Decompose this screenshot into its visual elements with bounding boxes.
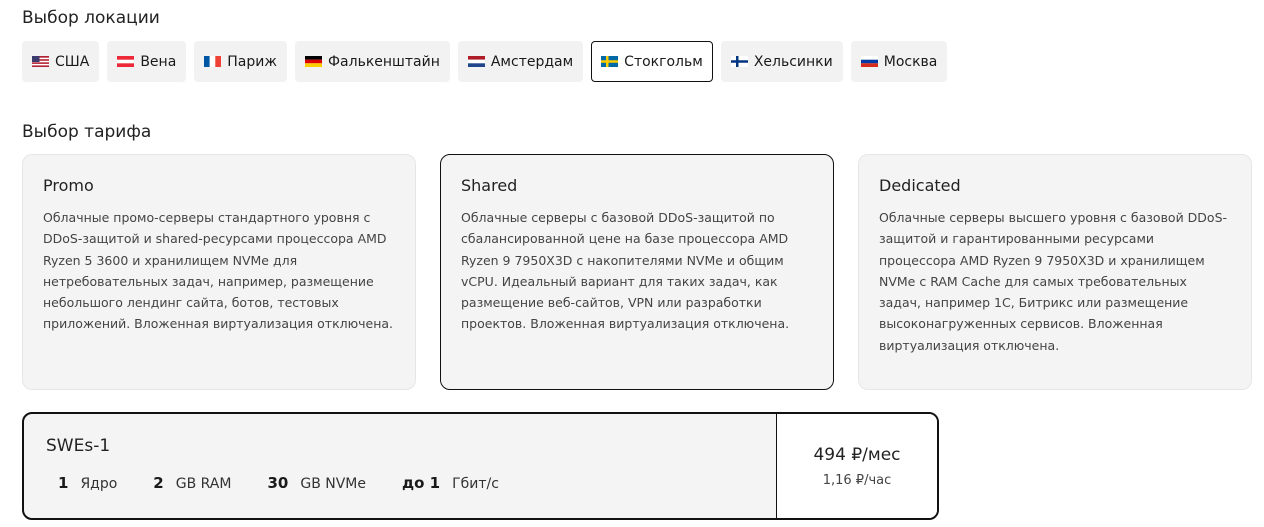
spec-cpu-value: 1: [58, 474, 69, 492]
plan-section-title: Выбор тарифа: [22, 122, 152, 142]
germany-flag-icon: [305, 56, 322, 67]
plan-description: Облачные серверы с базовой DDoS-защитой …: [461, 210, 790, 332]
spec-disk-unit: GB NVMe: [300, 476, 366, 492]
location-falkenstein[interactable]: Фалькенштайн: [295, 41, 450, 82]
location-label: Амстердам: [490, 53, 574, 70]
spec-disk-value: 30: [267, 474, 289, 492]
location-paris[interactable]: Париж: [194, 41, 287, 82]
plan-card-dedicated[interactable]: Dedicated Облачные серверы высшего уровн…: [858, 154, 1252, 390]
plan-card-shared[interactable]: Shared Облачные серверы с базовой DDoS-з…: [440, 154, 834, 390]
plan-description: Облачные промо-серверы стандартного уров…: [43, 210, 394, 332]
location-moscow[interactable]: Москва: [850, 41, 948, 82]
location-vienna[interactable]: Вена: [107, 41, 187, 82]
price-per-hour: 1,16 ₽/час: [822, 472, 892, 488]
location-label: Вена: [140, 53, 177, 70]
location-section-title: Выбор локации: [22, 8, 160, 28]
location-label: Стокгольм: [624, 53, 703, 70]
tariff-name: SWEs-1: [46, 436, 111, 456]
plan-list: Promo Облачные промо-серверы стандартног…: [22, 154, 1252, 390]
tariff-details: SWEs-1 1 Ядро 2 GB RAM 30 GB NVMe до 1 Г…: [24, 414, 776, 518]
austria-flag-icon: [117, 56, 135, 67]
tariff-price: 494 ₽/мес 1,16 ₽/час: [776, 414, 937, 518]
france-flag-icon: [204, 56, 222, 67]
spec-network-value: до 1: [402, 474, 441, 492]
netherlands-flag-icon: [467, 56, 485, 67]
sweden-flag-icon: [601, 56, 619, 67]
spec-ram-value: 2: [153, 474, 164, 492]
spec-network-unit: Гбит/с: [452, 476, 499, 492]
spec-ram-unit: GB RAM: [175, 476, 232, 492]
plan-card-promo[interactable]: Promo Облачные промо-серверы стандартног…: [22, 154, 416, 390]
location-label: США: [55, 53, 90, 70]
plan-name: Dedicated: [879, 176, 961, 195]
location-helsinki[interactable]: Хельсинки: [720, 41, 843, 82]
spec-cpu-unit: Ядро: [80, 476, 118, 492]
finland-flag-icon: [730, 56, 748, 67]
tariff-specs: 1 Ядро 2 GB RAM 30 GB NVMe до 1 Гбит/с: [46, 474, 754, 492]
plan-name: Shared: [461, 176, 518, 195]
location-list: США Вена Париж Фалькенштайн Амстердам Ст…: [22, 41, 948, 82]
location-label: Париж: [227, 53, 277, 70]
russia-flag-icon: [860, 56, 878, 67]
location-amsterdam[interactable]: Амстердам: [457, 41, 584, 82]
us-flag-icon: [32, 56, 49, 67]
location-label: Хельсинки: [753, 53, 833, 70]
tariff-card[interactable]: SWEs-1 1 Ядро 2 GB RAM 30 GB NVMe до 1 Г…: [22, 412, 939, 520]
location-us[interactable]: США: [22, 41, 100, 82]
price-per-month: 494 ₽/мес: [813, 444, 901, 465]
location-stockholm[interactable]: Стокгольм: [591, 41, 713, 82]
location-label: Фалькенштайн: [328, 53, 440, 70]
plan-description: Облачные серверы высшего уровня с базово…: [879, 210, 1228, 353]
location-label: Москва: [883, 53, 938, 70]
plan-name: Promo: [43, 176, 94, 195]
